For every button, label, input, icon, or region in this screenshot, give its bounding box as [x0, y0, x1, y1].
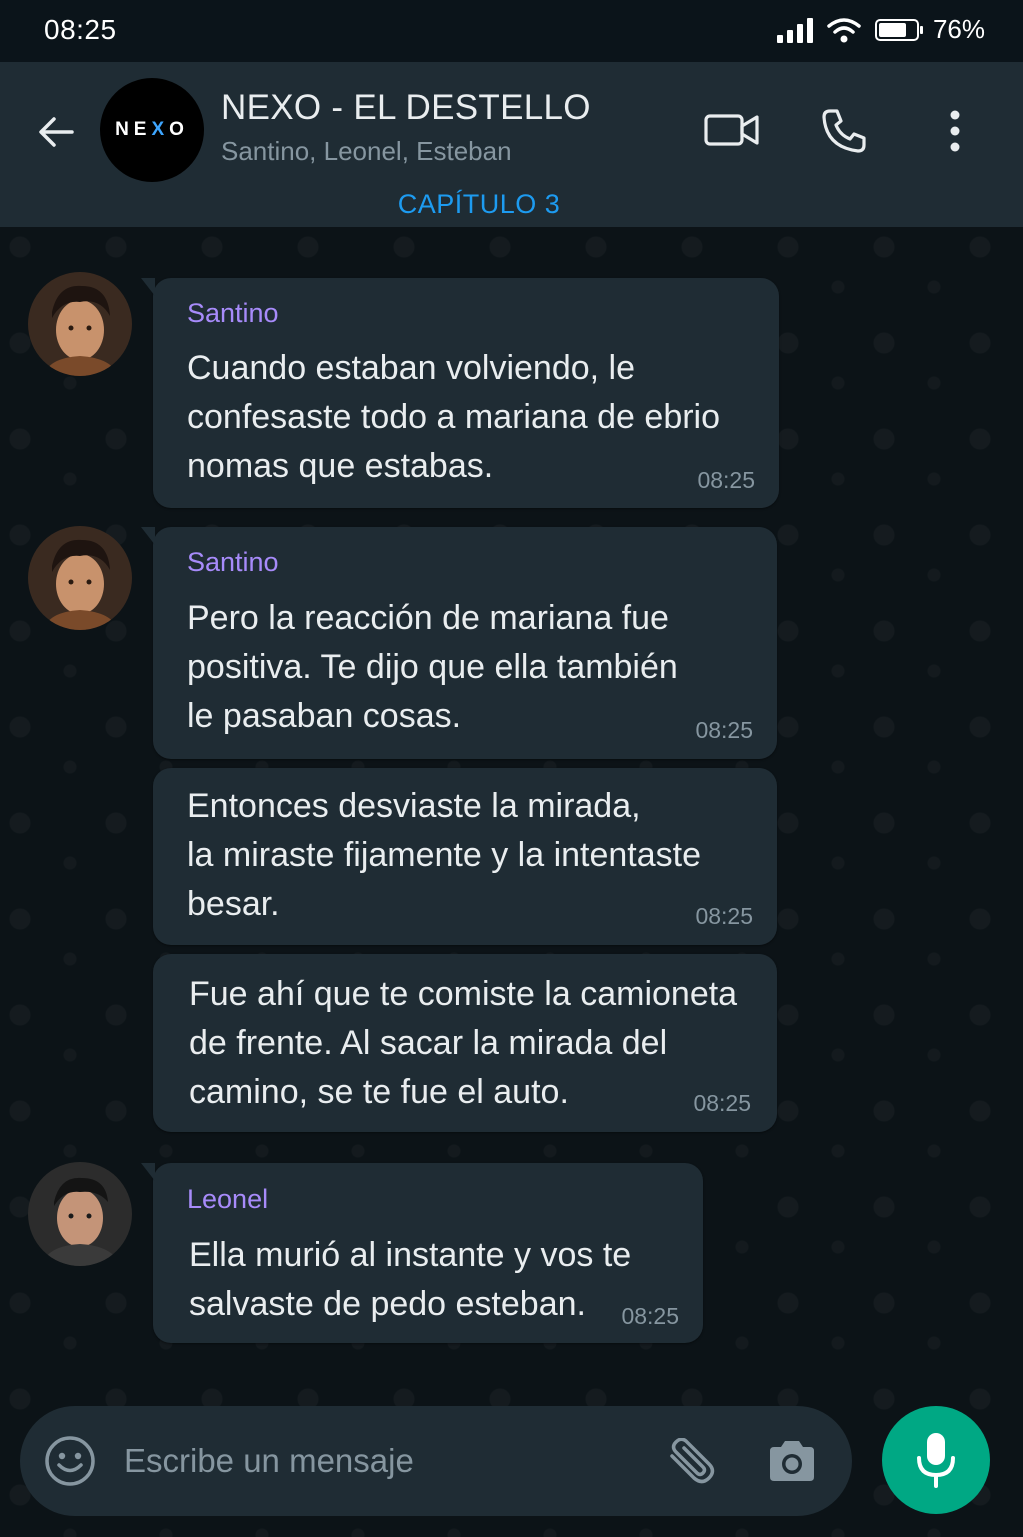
signal-icon: [776, 17, 813, 43]
status-bar: 08:25 76%: [0, 0, 1023, 62]
camera-icon[interactable]: [766, 1439, 818, 1483]
avatar-santino[interactable]: [28, 526, 132, 630]
voice-record-button[interactable]: [882, 1406, 990, 1514]
message-composer[interactable]: Escribe un mensaje: [20, 1406, 852, 1516]
battery-percent: 76%: [932, 14, 985, 44]
sender-name[interactable]: Leonel: [187, 1184, 268, 1215]
message-time: 08:25: [695, 717, 753, 743]
status-icons: 76%: [776, 14, 985, 45]
avatar-santino[interactable]: [28, 272, 132, 376]
status-time: 08:25: [44, 14, 117, 45]
message-bubble[interactable]: Entonces desviaste la mirada, la miraste…: [153, 768, 777, 945]
chat-title[interactable]: NEXO - EL DESTELLO: [221, 88, 591, 128]
emoji-icon[interactable]: [44, 1435, 96, 1487]
avatar-leonel[interactable]: [28, 1162, 132, 1266]
more-vert-icon[interactable]: [945, 110, 965, 152]
message-time: 08:25: [693, 1090, 751, 1116]
message-bubble[interactable]: Santino Cuando estaban volviendo, le con…: [141, 278, 779, 508]
logo-text-x: X: [151, 119, 170, 140]
video-call-icon[interactable]: [704, 110, 760, 150]
message-text: Cuando estaban volviendo, le confesaste …: [187, 349, 721, 485]
back-arrow-icon[interactable]: [34, 110, 78, 154]
chat-header: NE X O NEXO - EL DESTELLO Santino, Leonel,…: [0, 62, 1023, 227]
message-text: Entonces desviaste la mirada, la miraste…: [187, 787, 702, 923]
message-bubble[interactable]: Santino Pero la reacción de mariana fue …: [141, 527, 777, 759]
message-bubble[interactable]: Fue ahí que te comiste la camioneta de f…: [153, 954, 777, 1132]
message-bubble[interactable]: Leonel Ella murió al instante y vos te s…: [141, 1163, 703, 1343]
group-avatar[interactable]: NE X O: [100, 78, 204, 182]
message-text: Ella murió al instante y vos te salvaste…: [189, 1236, 632, 1323]
battery-level: [878, 22, 906, 37]
phone-icon[interactable]: [820, 107, 868, 155]
group-members[interactable]: Santino, Leonel, Esteban: [221, 136, 512, 167]
sender-name[interactable]: Santino: [187, 298, 279, 329]
sender-name[interactable]: Santino: [187, 547, 279, 578]
message-text: Pero la reacción de mariana fue positiva…: [187, 599, 678, 735]
wifi-icon: [827, 17, 861, 42]
battery-icon: [874, 18, 923, 41]
message-text: Fue ahí que te comiste la camioneta de f…: [189, 975, 738, 1111]
attach-icon[interactable]: [664, 1438, 718, 1486]
message-time: 08:25: [697, 467, 755, 493]
logo-text-right: O: [169, 119, 189, 140]
chapter-label: CAPÍTULO 3: [397, 189, 561, 219]
message-time: 08:25: [621, 1303, 679, 1329]
message-time: 08:25: [695, 903, 753, 929]
logo-text-left: NE: [115, 119, 152, 140]
mic-icon: [917, 1433, 955, 1488]
message-input[interactable]: Escribe un mensaje: [124, 1442, 414, 1480]
